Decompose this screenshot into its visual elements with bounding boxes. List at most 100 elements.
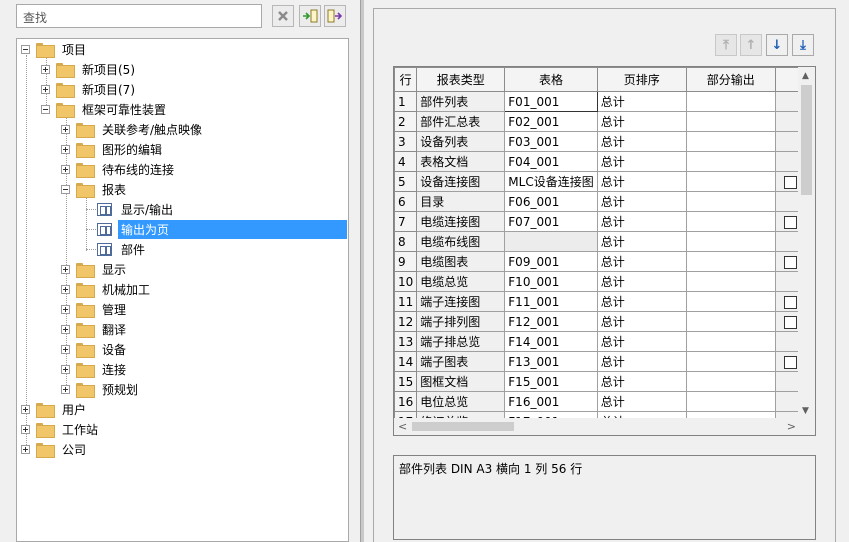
page-sort-cell[interactable]: 总计 [596,331,687,352]
tree-node-ref-contact[interactable]: 关联参考/触点映像 [61,119,205,139]
tree-node-frame-reliability[interactable]: 框架可靠性装置 [41,99,169,119]
report-type-cell[interactable]: 目录 [416,191,506,212]
page-sort-cell[interactable]: 总计 [596,171,687,192]
table-row[interactable]: 3 设备列表 F03_001 总计 [394,131,806,152]
collapse-icon[interactable] [61,184,70,194]
table-row[interactable]: 16 电位总览 F16_001 总计 [394,391,806,412]
partial-output-cell[interactable] [685,311,776,332]
table-row[interactable]: 8 电缆布线图 总计 [394,231,806,252]
report-type-cell[interactable]: 电缆图表 [416,251,506,272]
partial-output-checkbox[interactable] [783,355,797,369]
table-row[interactable]: 12 端子排列图 F12_001 总计 [394,311,806,332]
tree-node-new-project-5[interactable]: 新项目(5) [41,59,138,79]
report-type-cell[interactable]: 部件列表 [416,91,506,112]
report-type-cell[interactable]: 端子排总览 [416,331,506,352]
format-cell[interactable]: F13_001 [504,351,598,372]
partial-output-cell[interactable] [685,271,776,292]
column-header-partial-output[interactable]: 部分输出 [685,67,776,92]
table-row[interactable]: 2 部件汇总表 F02_001 总计 [394,111,806,132]
tree-node-connection[interactable]: 连接 [61,359,129,379]
expand-icon[interactable] [21,404,30,414]
tree-node-pending-wiring[interactable]: 待布线的连接 [61,159,177,179]
report-type-cell[interactable]: 图框文档 [416,371,506,392]
format-cell[interactable]: F14_001 [504,331,598,352]
column-header-report-type[interactable]: 报表类型 [416,67,506,92]
tree-node-parts[interactable]: 部件 [97,239,148,259]
report-grid[interactable]: 行 报表类型 表格 页排序 部分输出 1 部件列表 F01_001 总计 2 部件汇总表 F… [393,66,816,436]
page-sort-cell[interactable]: 总计 [596,291,687,312]
page-sort-cell[interactable]: 总计 [596,151,687,172]
expand-icon[interactable] [61,324,70,334]
expand-icon[interactable] [41,64,50,74]
page-sort-cell[interactable]: 总计 [596,311,687,332]
report-type-cell[interactable]: 电位总览 [416,391,506,412]
expand-icon[interactable] [61,144,70,154]
page-sort-cell[interactable]: 总计 [596,271,687,292]
page-sort-cell[interactable]: 总计 [596,191,687,212]
table-row[interactable]: 9 电缆图表 F09_001 总计 [394,251,806,272]
page-sort-cell[interactable]: 总计 [596,391,687,412]
format-cell[interactable]: F12_001 [504,311,598,332]
report-type-cell[interactable]: 端子连接图 [416,291,506,312]
partial-output-cell[interactable] [685,251,776,272]
table-row[interactable]: 11 端子连接图 F11_001 总计 [394,291,806,312]
tree-node-management[interactable]: 管理 [61,299,129,319]
report-type-cell[interactable]: 端子排列图 [416,311,506,332]
partial-output-cell[interactable] [685,291,776,312]
report-type-cell[interactable]: 表格文档 [416,151,506,172]
report-type-cell[interactable]: 设备列表 [416,131,506,152]
partial-output-cell[interactable] [685,111,776,132]
column-header-page-sort[interactable]: 页排序 [596,67,687,92]
tree-node-display-output[interactable]: 显示/输出 [97,199,176,219]
expand-icon[interactable] [21,444,30,454]
move-to-top-button[interactable]: ⤒ [715,34,737,56]
page-sort-cell[interactable]: 总计 [596,211,687,232]
page-sort-cell[interactable]: 总计 [596,251,687,272]
table-row[interactable]: 7 电缆连接图 F07_001 总计 [394,211,806,232]
report-type-cell[interactable]: 部件汇总表 [416,111,506,132]
format-cell[interactable]: F01_001 [504,91,598,112]
partial-output-checkbox[interactable] [783,215,797,229]
report-type-cell[interactable]: 电缆布线图 [416,231,506,252]
pane-splitter[interactable] [360,0,364,542]
partial-output-cell[interactable] [685,91,776,112]
page-sort-cell[interactable]: 总计 [596,371,687,392]
page-sort-cell[interactable]: 总计 [596,231,687,252]
column-header-row-number[interactable]: 行 [394,67,418,92]
format-cell[interactable]: F10_001 [504,271,598,292]
tree-node-mechanical[interactable]: 机械加工 [61,279,153,299]
report-type-cell[interactable]: 电缆总览 [416,271,506,292]
move-up-button[interactable]: ↑ [740,34,762,56]
expand-icon[interactable] [61,344,70,354]
tree-node-device[interactable]: 设备 [61,339,129,359]
import-button[interactable] [299,5,321,27]
tree-node-translate[interactable]: 翻译 [61,319,129,339]
partial-output-cell[interactable] [685,331,776,352]
project-tree[interactable]: 项目 新项目(5) 新项目(7) 框架可靠性装置 关联参考/触点映像 图形的编辑… [16,38,349,542]
partial-output-cell[interactable] [685,231,776,252]
format-cell[interactable]: F02_001 [504,111,598,132]
format-cell[interactable]: F16_001 [504,391,598,412]
report-type-cell[interactable]: 设备连接图 [416,171,506,192]
partial-output-checkbox[interactable] [783,175,797,189]
tree-node-company[interactable]: 公司 [21,439,89,459]
format-cell[interactable]: F06_001 [504,191,598,212]
format-cell[interactable]: F04_001 [504,151,598,172]
search-input[interactable]: 查找 [16,4,262,28]
partial-output-cell[interactable] [685,211,776,232]
format-cell[interactable]: F07_001 [504,211,598,232]
tree-node-new-project-7[interactable]: 新项目(7) [41,79,138,99]
expand-icon[interactable] [41,84,50,94]
table-row[interactable]: 1 部件列表 F01_001 总计 [394,91,806,112]
page-sort-cell[interactable]: 总计 [596,351,687,372]
table-row[interactable]: 10 电缆总览 F10_001 总计 [394,271,806,292]
format-cell[interactable]: F09_001 [504,251,598,272]
vertical-scroll-thumb[interactable] [801,85,812,195]
expand-icon[interactable] [61,364,70,374]
partial-output-checkbox[interactable] [783,315,797,329]
export-button[interactable] [324,5,346,27]
scroll-down-icon[interactable]: ▼ [802,406,809,416]
partial-output-cell[interactable] [685,351,776,372]
table-row[interactable]: 4 表格文档 F04_001 总计 [394,151,806,172]
table-row[interactable]: 14 端子图表 F13_001 总计 [394,351,806,372]
